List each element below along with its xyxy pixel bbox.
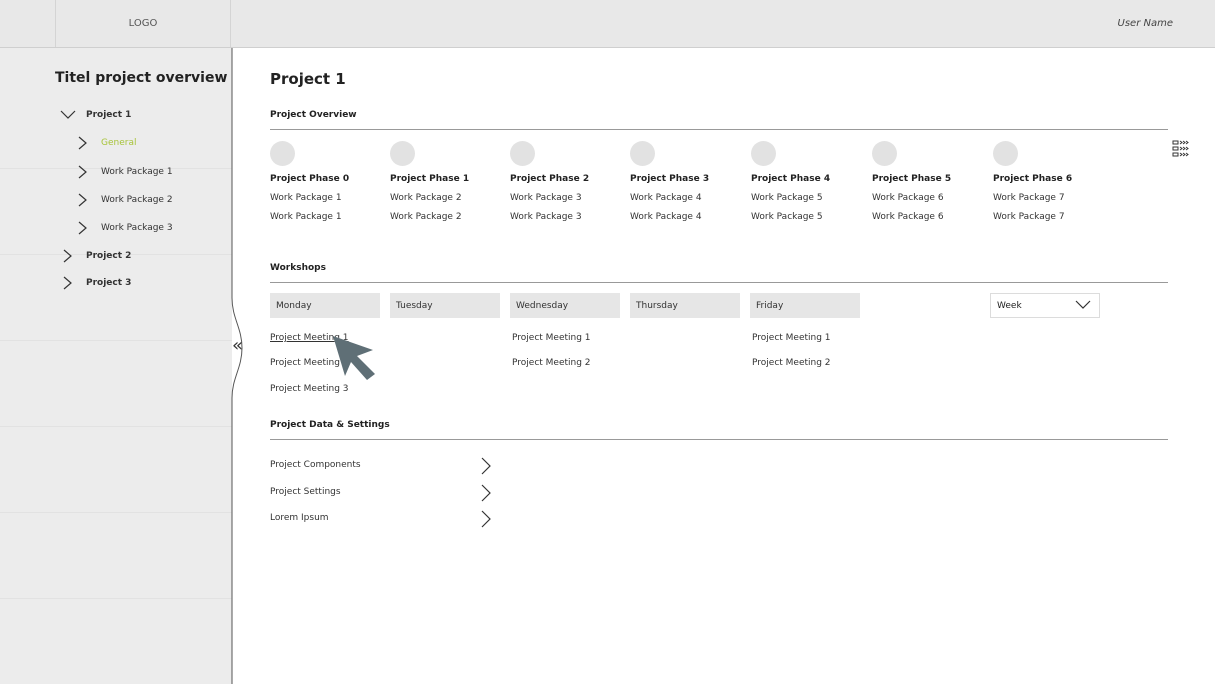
meeting-link[interactable]: Project Meeting 2 [512, 358, 591, 368]
user-name[interactable]: User Name [1118, 18, 1173, 29]
section-title-overview: Project Overview [270, 110, 357, 120]
phase-circle-icon [270, 141, 295, 166]
work-package-link[interactable]: Work Package 2 [390, 212, 500, 222]
work-package-link[interactable]: Work Package 4 [630, 212, 740, 222]
chevron-right-icon [481, 510, 491, 528]
phase-circle-icon [510, 141, 535, 166]
sidebar-item-label: Project 1 [86, 110, 132, 120]
phase-name: Project Phase 4 [751, 174, 831, 184]
sidebar-item-general[interactable]: General [75, 136, 136, 150]
settings-item-label: Lorem Ipsum [270, 513, 329, 523]
project-phase[interactable]: Project Phase 5 Work Package 6 Work Pack… [872, 141, 982, 222]
sidebar-item-work-package-2[interactable]: Work Package 2 [75, 193, 173, 207]
view-range-value: Week [997, 300, 1022, 311]
meeting-link[interactable]: Project Meeting 3 [270, 384, 349, 394]
day-header-monday[interactable]: Monday [270, 293, 380, 318]
collapse-sidebar-button[interactable]: « [232, 335, 243, 356]
chevron-right-icon [78, 221, 87, 235]
divider [0, 426, 232, 427]
work-package-link[interactable]: Work Package 1 [270, 193, 380, 203]
sidebar-item-label: General [101, 138, 137, 148]
sidebar-item-label: Project 2 [86, 251, 132, 261]
work-package-link[interactable]: Work Package 7 [993, 212, 1103, 222]
day-header-wednesday[interactable]: Wednesday [510, 293, 620, 318]
work-package-link[interactable]: Work Package 6 [872, 193, 982, 203]
phase-name: Project Phase 3 [630, 174, 710, 184]
work-package-link[interactable]: Work Package 2 [390, 193, 500, 203]
work-package-link[interactable]: Work Package 5 [751, 212, 861, 222]
phase-name: Project Phase 1 [390, 174, 470, 184]
top-bar: LOGO User Name [0, 0, 1215, 48]
day-header-thursday[interactable]: Thursday [630, 293, 740, 318]
settings-item-lorem-ipsum[interactable]: Lorem Ipsum [270, 510, 495, 528]
divider [270, 129, 1168, 130]
chevron-right-icon [78, 193, 87, 207]
sidebar-item-label: Project 3 [86, 278, 132, 288]
divider [270, 439, 1168, 440]
sidebar-item-label: Work Package 3 [101, 223, 173, 233]
view-range-select[interactable]: Week [990, 293, 1100, 318]
sidebar-title: Titel project overview [55, 70, 228, 86]
settings-item-project-settings[interactable]: Project Settings [270, 484, 495, 502]
sidebar-item-label: Work Package 2 [101, 195, 173, 205]
phase-circle-icon [390, 141, 415, 166]
phase-name: Project Phase 2 [510, 174, 590, 184]
phase-circle-icon [630, 141, 655, 166]
sidebar-item-work-package-1[interactable]: Work Package 1 [75, 165, 173, 179]
chevron-right-icon [481, 484, 491, 502]
phase-name: Project Phase 6 [993, 174, 1073, 184]
work-package-link[interactable]: Work Package 4 [630, 193, 740, 203]
chevron-right-icon [63, 276, 72, 290]
work-package-link[interactable]: Work Package 1 [270, 212, 380, 222]
day-header-friday[interactable]: Friday [750, 293, 860, 318]
settings-item-project-components[interactable]: Project Components [270, 457, 495, 475]
settings-item-label: Project Settings [270, 487, 341, 497]
chevron-down-icon [60, 110, 76, 119]
work-package-link[interactable]: Work Package 6 [872, 212, 982, 222]
sidebar-edge [231, 48, 243, 684]
divider [0, 512, 232, 513]
divider [270, 282, 1168, 283]
sidebar-item-work-package-3[interactable]: Work Package 3 [75, 221, 173, 235]
meeting-link[interactable]: Project Meeting 1 [752, 333, 831, 343]
phase-circle-icon [872, 141, 897, 166]
work-package-link[interactable]: Work Package 5 [751, 193, 861, 203]
chevron-right-icon [78, 136, 87, 150]
phase-name: Project Phase 5 [872, 174, 952, 184]
phase-circle-icon [751, 141, 776, 166]
meeting-link[interactable]: Project Meeting 2 [752, 358, 831, 368]
project-phase[interactable]: Project Phase 4 Work Package 5 Work Pack… [751, 141, 861, 222]
phase-name: Project Phase 0 [270, 174, 350, 184]
chevron-right-icon [78, 165, 87, 179]
divider [0, 598, 232, 599]
chevron-right-icon [63, 249, 72, 263]
settings-item-label: Project Components [270, 460, 361, 470]
project-phase[interactable]: Project Phase 1 Work Package 2 Work Pack… [390, 141, 500, 222]
section-title-workshops: Workshops [270, 263, 326, 273]
chevron-right-icon [481, 457, 491, 475]
project-phase[interactable]: Project Phase 6 Work Package 7 Work Pack… [993, 141, 1103, 222]
sidebar-item-project-1[interactable]: Project 1 [60, 108, 131, 122]
work-package-link[interactable]: Work Package 3 [510, 193, 620, 203]
page-title: Project 1 [270, 70, 346, 88]
work-package-link[interactable]: Work Package 7 [993, 193, 1103, 203]
sidebar: Titel project overview Project 1 General… [0, 48, 232, 684]
logo[interactable]: LOGO [55, 0, 231, 47]
divider [0, 340, 232, 341]
project-phase[interactable]: Project Phase 2 Work Package 3 Work Pack… [510, 141, 620, 222]
phase-circle-icon [993, 141, 1018, 166]
sidebar-item-project-2[interactable]: Project 2 [60, 249, 131, 263]
chevron-down-icon [1075, 300, 1091, 309]
work-package-link[interactable]: Work Package 3 [510, 212, 620, 222]
section-title-settings: Project Data & Settings [270, 420, 390, 430]
view-toggle-icon[interactable] [1172, 140, 1192, 158]
sidebar-item-project-3[interactable]: Project 3 [60, 276, 131, 290]
project-phase[interactable]: Project Phase 0 Work Package 1 Work Pack… [270, 141, 380, 222]
sidebar-item-label: Work Package 1 [101, 167, 173, 177]
cursor-arrow-icon [333, 336, 375, 380]
project-phase[interactable]: Project Phase 3 Work Package 4 Work Pack… [630, 141, 740, 222]
day-header-tuesday[interactable]: Tuesday [390, 293, 500, 318]
meeting-link[interactable]: Project Meeting 1 [512, 333, 591, 343]
main-content: Project 1 Project Overview Project Phase… [245, 48, 1215, 684]
